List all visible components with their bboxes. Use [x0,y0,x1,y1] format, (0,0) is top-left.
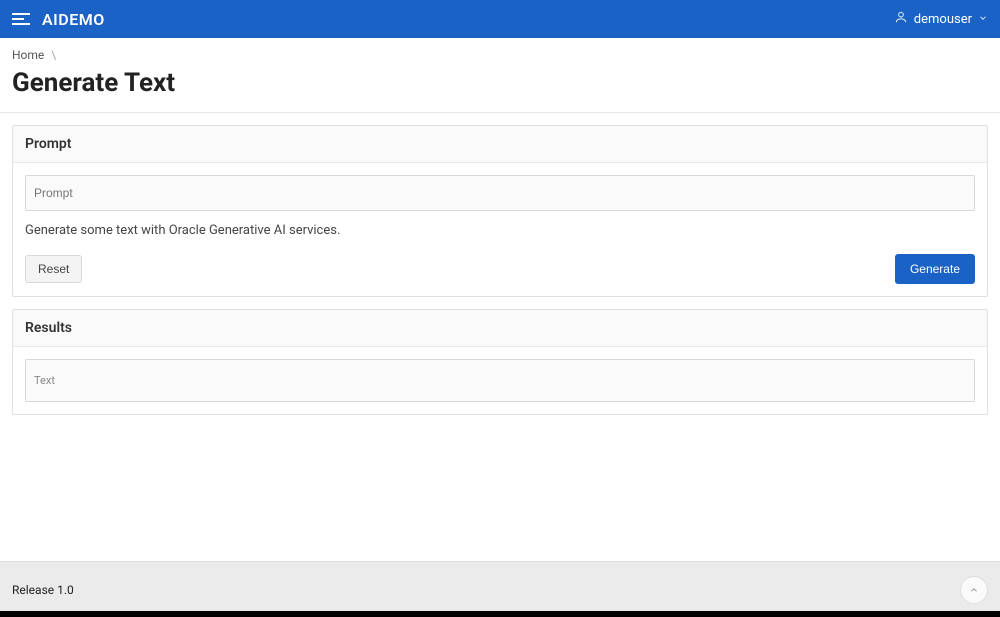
breadcrumb: Home \ [12,48,988,62]
results-panel-header: Results [13,310,987,347]
prompt-input[interactable] [25,175,975,211]
reset-button[interactable]: Reset [25,255,82,283]
prompt-help-text: Generate some text with Oracle Generativ… [25,223,975,238]
chevron-down-icon [978,12,988,27]
scroll-top-button[interactable] [960,576,988,604]
breadcrumb-home[interactable]: Home [12,48,44,62]
chevron-up-icon [969,585,979,595]
prompt-panel-header: Prompt [13,126,987,163]
footer-release: Release 1.0 [12,583,74,597]
page-title: Generate Text [0,66,1000,113]
header-left: AIDEMO [12,10,105,29]
breadcrumb-area: Home \ [0,38,1000,66]
footer: Release 1.0 [0,561,1000,617]
results-output: Text [25,359,975,402]
prompt-panel: Prompt Generate some text with Oracle Ge… [12,125,988,297]
generate-button[interactable]: Generate [895,254,975,284]
app-title: AIDEMO [42,10,105,29]
menu-icon[interactable] [12,13,30,25]
main-content: Prompt Generate some text with Oracle Ge… [0,113,1000,439]
results-panel-body: Text [13,347,987,414]
app-header: AIDEMO demouser [0,0,1000,38]
user-menu[interactable]: demouser [894,10,988,28]
bottom-bar [0,611,1000,617]
prompt-panel-body: Generate some text with Oracle Generativ… [13,163,987,296]
prompt-button-row: Reset Generate [25,254,975,284]
user-icon [894,10,908,28]
username-label: demouser [914,12,972,27]
breadcrumb-separator: \ [51,48,56,62]
results-panel: Results Text [12,309,988,415]
